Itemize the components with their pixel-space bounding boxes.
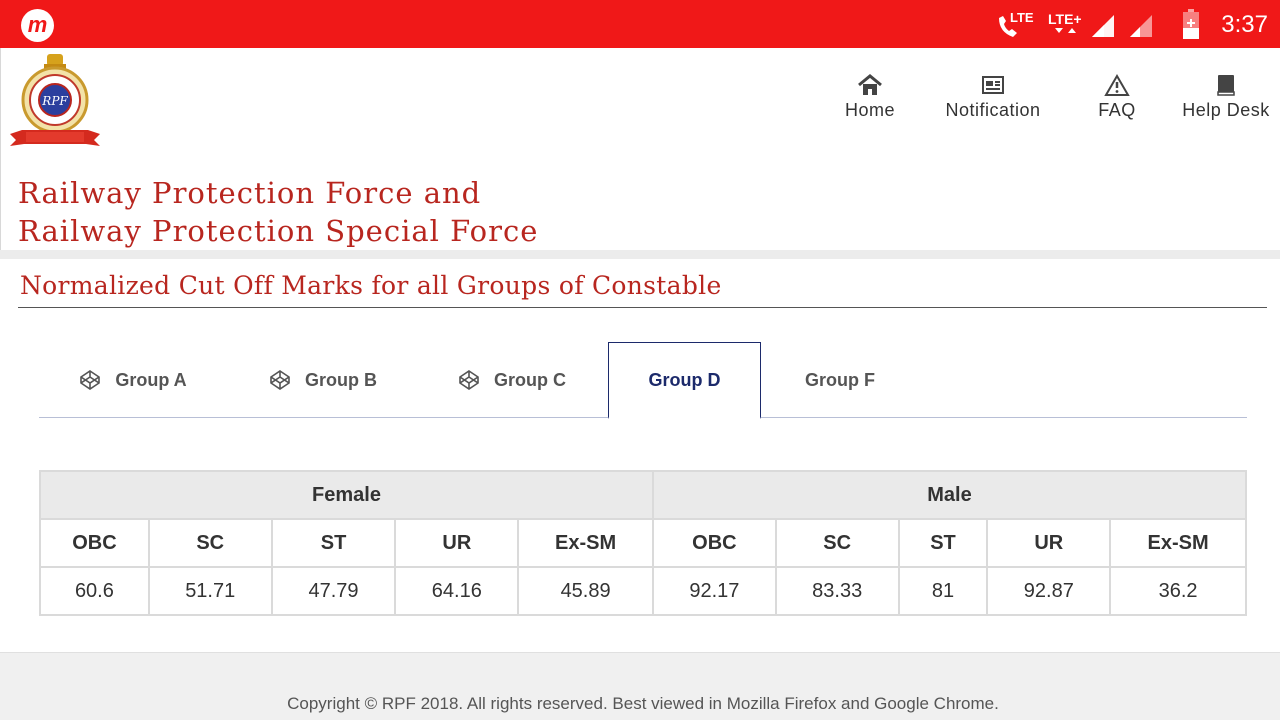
table-cell: 64.16 bbox=[394, 566, 520, 616]
column-header: Ex-SM bbox=[1109, 518, 1247, 568]
org-title-line-1: Railway Protection Force and bbox=[18, 176, 482, 210]
column-header: SC bbox=[147, 518, 273, 568]
org-title-line-2: Railway Protection Special Force bbox=[18, 214, 539, 248]
tab-group-f-label: Group F bbox=[805, 369, 875, 390]
codepen-icon bbox=[270, 370, 290, 390]
network-label-2: LTE+ bbox=[1048, 11, 1082, 27]
tab-group-c[interactable]: Group C bbox=[418, 342, 606, 418]
nav-help-desk-label: Help Desk bbox=[1182, 100, 1270, 120]
battery-icon bbox=[1180, 0, 1202, 48]
column-header: UR bbox=[394, 518, 520, 568]
title-underline bbox=[18, 307, 1267, 308]
page-title: Normalized Cut Off Marks for all Groups … bbox=[20, 271, 722, 300]
tab-group-d-label: Group D bbox=[648, 369, 721, 390]
tab-group-a-label: Group A bbox=[115, 369, 187, 390]
codepen-icon bbox=[80, 370, 101, 390]
footer-copyright: Copyright © RPF 2018. All rights reserve… bbox=[287, 694, 999, 713]
column-header: Ex-SM bbox=[517, 518, 654, 568]
table-cell: 81 bbox=[897, 566, 989, 616]
status-bar: m LTE LTE+ 3:37 bbox=[0, 0, 1280, 48]
rpf-emblem-logo: RPF bbox=[8, 52, 102, 152]
table-cell: 83.33 bbox=[774, 566, 900, 616]
tab-group-a[interactable]: Group A bbox=[39, 342, 227, 418]
tab-group-d[interactable]: Group D bbox=[608, 342, 761, 419]
group-tabs: Group A Group B Group C Group D Group F bbox=[39, 342, 1247, 419]
table-cell: 47.79 bbox=[270, 566, 397, 616]
nav-notification-label: Notification bbox=[945, 100, 1041, 120]
home-icon bbox=[858, 74, 882, 95]
table-cell: 36.2 bbox=[1109, 566, 1247, 616]
cutoff-table: Female Male OBC SC ST UR Ex-SM OBC SC ST… bbox=[39, 470, 1248, 616]
table-cell: 92.87 bbox=[986, 566, 1112, 616]
column-header: SC bbox=[774, 518, 900, 568]
group-header-female: Female bbox=[39, 470, 654, 520]
volte-call-icon: LTE bbox=[995, 0, 1035, 48]
organization-title: Railway Protection Force and Railway Pro… bbox=[18, 174, 538, 250]
table-cell: 45.89 bbox=[517, 566, 654, 616]
app-logo-icon: m bbox=[21, 9, 54, 42]
header-divider bbox=[0, 250, 1280, 259]
newspaper-icon bbox=[982, 76, 1004, 94]
table-row: 60.6 51.71 47.79 64.16 45.89 92.17 83.33… bbox=[39, 566, 1247, 616]
signal-2-icon bbox=[1128, 0, 1156, 48]
nav-faq-label: FAQ bbox=[1098, 100, 1136, 120]
book-icon bbox=[1217, 75, 1235, 96]
signal-1-icon bbox=[1090, 0, 1118, 48]
category-header-row: OBC SC ST UR Ex-SM OBC SC ST UR Ex-SM bbox=[39, 518, 1247, 568]
nav-faq[interactable]: FAQ bbox=[1087, 74, 1147, 121]
nav-home[interactable]: Home bbox=[840, 74, 900, 121]
table-cell: 92.17 bbox=[651, 566, 777, 616]
tab-group-b[interactable]: Group B bbox=[229, 342, 417, 418]
emblem-text: RPF bbox=[41, 94, 68, 108]
column-header: ST bbox=[270, 518, 397, 568]
nav-home-label: Home bbox=[844, 100, 895, 120]
tab-group-f[interactable]: Group F bbox=[763, 342, 917, 418]
column-header: ST bbox=[897, 518, 989, 568]
group-header-male: Male bbox=[651, 470, 1248, 520]
table-cell: 60.6 bbox=[39, 566, 150, 616]
column-header: OBC bbox=[651, 518, 777, 568]
nav-notification[interactable]: Notification bbox=[940, 74, 1046, 121]
column-header: OBC bbox=[39, 518, 150, 568]
table-cell: 51.71 bbox=[147, 566, 273, 616]
codepen-icon bbox=[459, 370, 479, 390]
network-label-1: LTE bbox=[1010, 10, 1034, 25]
clock: 3:37 bbox=[1221, 11, 1268, 38]
nav-help-desk[interactable]: Help Desk bbox=[1180, 74, 1272, 121]
gender-header-row: Female Male bbox=[39, 470, 1248, 520]
tab-group-c-label: Group C bbox=[494, 369, 566, 390]
lte-plus-icon: LTE+ bbox=[1046, 0, 1086, 48]
warning-icon bbox=[1104, 74, 1130, 96]
tab-group-b-label: Group B bbox=[305, 369, 377, 390]
column-header: UR bbox=[986, 518, 1112, 568]
